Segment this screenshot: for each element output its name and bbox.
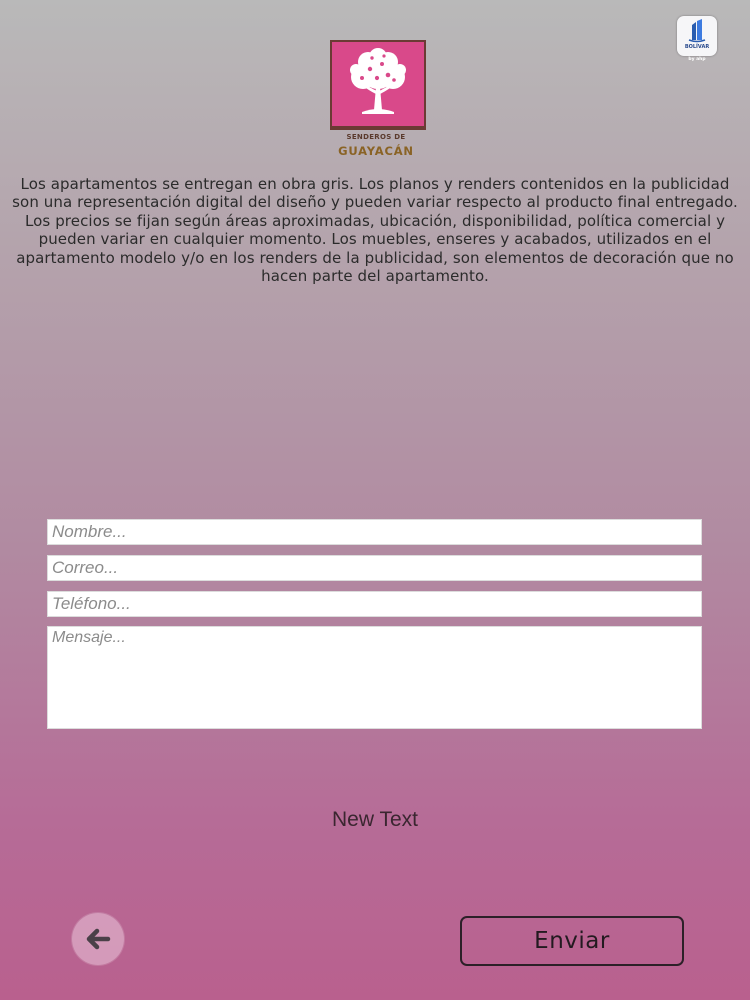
brand-badge-tile: BOLÍVAR [677,16,717,56]
message-textarea[interactable] [47,626,702,729]
logo-text-guayacan: GUAYACÁN [338,144,414,158]
name-input[interactable] [47,519,702,545]
tree-icon [350,48,406,114]
send-button[interactable]: Enviar [460,916,684,966]
back-button[interactable] [72,913,124,965]
brand-badge-sub: by ahp [688,57,706,62]
building-logo-icon [688,19,706,43]
phone-input[interactable] [47,591,702,617]
logo-text-senderos: SENDEROS DE [346,133,406,141]
email-input[interactable] [47,555,702,581]
logo-tree-emblem [330,40,426,130]
arrow-left-icon [86,928,111,950]
status-text: New Text [332,808,418,831]
brand-badge: BOLÍVAR by ahp [677,16,717,64]
legal-disclaimer: Los apartamentos se entregan en obra gri… [12,175,738,286]
senderos-de-guayacan-logo: SENDEROS DE GUAYACÁN [320,36,432,162]
brand-badge-name: BOLÍVAR [684,44,710,50]
